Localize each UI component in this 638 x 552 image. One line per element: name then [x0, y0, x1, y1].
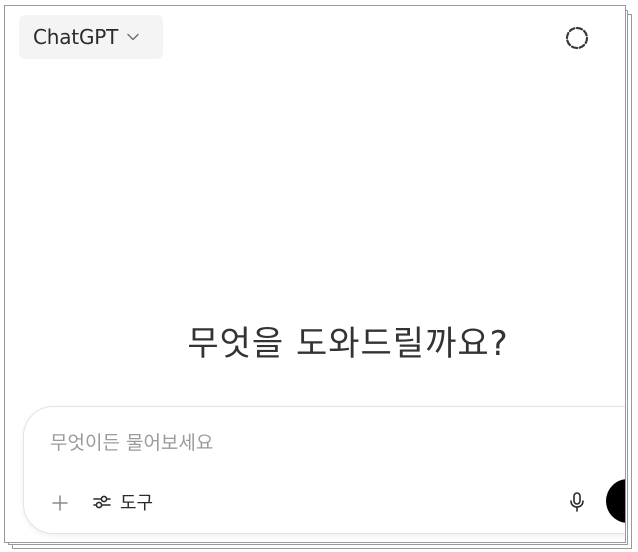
- plus-icon: [51, 494, 69, 512]
- model-name: ChatGPT: [33, 25, 119, 49]
- chevron-down-icon: [126, 30, 140, 44]
- chat-window: ChatGPT 무엇을 도와드릴까요? 무엇이든 물어보세요 도구: [4, 5, 626, 543]
- model-switcher-button[interactable]: ChatGPT: [19, 15, 163, 59]
- microphone-icon: [568, 491, 586, 513]
- prompt-input[interactable]: [50, 429, 570, 457]
- tools-label: 도구: [120, 493, 154, 514]
- prompt-composer: 도구: [23, 406, 625, 534]
- dictate-button[interactable]: [564, 489, 590, 515]
- sliders-icon: [92, 493, 112, 511]
- voice-mode-button[interactable]: [606, 479, 625, 523]
- tools-button[interactable]: 도구: [92, 487, 153, 517]
- page-headline: 무엇을 도와드릴까요?: [187, 324, 509, 364]
- attach-button[interactable]: [48, 491, 72, 515]
- temporary-chat-button[interactable]: [561, 22, 593, 54]
- dashed-circle-icon: [564, 25, 590, 51]
